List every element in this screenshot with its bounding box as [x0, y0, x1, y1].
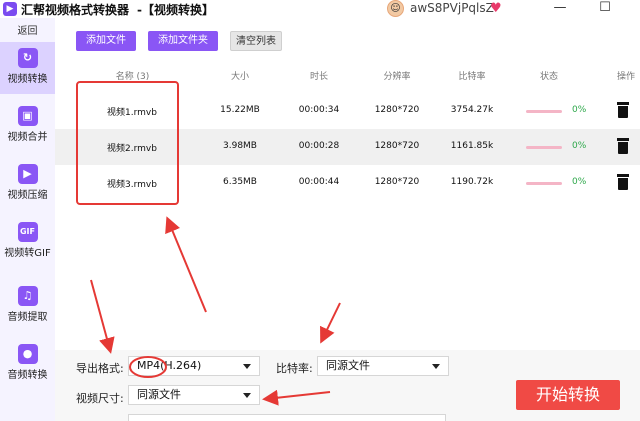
size-value: 同源文件: [137, 388, 181, 401]
gif-icon: GIF: [17, 222, 38, 242]
sidebar-item-label: 视频合并: [7, 132, 48, 143]
format-select[interactable]: MP4(H.264): [128, 356, 260, 376]
maximize-icon[interactable]: ☐: [596, 0, 614, 16]
sidebar-item-audio-extract[interactable]: ♫ 音频提取: [0, 280, 55, 332]
mic-icon: ●: [17, 344, 38, 364]
app-window: ▶ 汇帮视频格式转换器 -【视频转换】 ☺ awS8PVjPqlsZ ♥ — ☐…: [0, 0, 640, 421]
file-bitrate: 1190.72k: [450, 177, 494, 187]
sidebar-item-video-convert[interactable]: ↻ 视频转换: [0, 42, 55, 94]
chevron-down-icon: [432, 364, 440, 369]
file-duration: 00:00:28: [298, 141, 340, 151]
music-icon: ♫: [17, 286, 38, 306]
column-bitrate[interactable]: 比特率: [447, 69, 497, 82]
progress-bar: [526, 110, 562, 113]
clear-list-button[interactable]: 清空列表: [230, 31, 282, 51]
user-name[interactable]: awS8PVjPqlsZ: [410, 1, 494, 15]
format-value: MP4(H.264): [137, 359, 202, 372]
file-resolution: 1280*720: [374, 105, 420, 115]
size-label: 视频尺寸:: [76, 392, 124, 405]
app-logo-icon: ▶: [3, 2, 17, 16]
sidebar: 返回 ↻ 视频转换 ▣ 视频合并 ▶ 视频压缩 GIF 视频转GIF ♫ 音频提…: [0, 18, 55, 421]
file-duration: 00:00:44: [298, 177, 340, 187]
app-title: 汇帮视频格式转换器: [21, 2, 130, 17]
progress-percent: 0%: [572, 105, 587, 115]
sidebar-item-label: 视频转GIF: [4, 248, 51, 259]
table-header: 名称 (3) 大小 时长 分辨率 比特率 状态 操作: [55, 64, 640, 86]
file-resolution: 1280*720: [374, 177, 420, 187]
trash-icon[interactable]: [616, 173, 630, 191]
sidebar-item-audio-convert[interactable]: ● 音频转换: [0, 338, 55, 390]
annotation-arrow: [165, 216, 207, 313]
video-convert-icon: ↻: [17, 48, 38, 68]
sidebar-item-label: 音频转换: [7, 370, 48, 381]
video-merge-icon: ▣: [17, 106, 38, 126]
bitrate-select[interactable]: 同源文件: [317, 356, 449, 376]
bitrate-label: 比特率:: [276, 362, 313, 375]
file-size: 6.35MB: [223, 177, 257, 187]
progress-percent: 0%: [572, 141, 587, 151]
trash-icon[interactable]: [616, 101, 630, 119]
sidebar-item-video-compress[interactable]: ▶ 视频压缩: [0, 158, 55, 210]
file-name: 视频3.rmvb: [107, 180, 157, 190]
start-convert-button[interactable]: 开始转换: [516, 380, 620, 410]
section-title: -【视频转换】: [137, 2, 214, 17]
file-name: 视频2.rmvb: [107, 144, 157, 154]
progress-bar: [526, 146, 562, 149]
progress-bar: [526, 182, 562, 185]
sidebar-item-label: 音频提取: [7, 312, 48, 323]
annotation-arrow: [90, 279, 115, 354]
annotation-arrow: [320, 302, 341, 344]
file-duration: 00:00:34: [298, 105, 340, 115]
chevron-down-icon: [243, 364, 251, 369]
sidebar-item-label: 视频转换: [7, 74, 48, 85]
column-duration[interactable]: 时长: [299, 69, 339, 82]
file-resolution: 1280*720: [374, 141, 420, 151]
back-button[interactable]: 返回: [0, 22, 55, 37]
file-size: 15.22MB: [220, 105, 260, 115]
table-row[interactable]: 视频3.rmvb 6.35MB 00:00:44 1280*720 1190.7…: [55, 165, 640, 201]
add-file-button[interactable]: 添加文件: [76, 31, 136, 51]
format-label: 导出格式:: [76, 362, 124, 375]
table-row[interactable]: 视频2.rmvb 3.98MB 00:00:28 1280*720 1161.8…: [55, 129, 640, 165]
trash-icon[interactable]: [616, 137, 630, 155]
minimize-icon[interactable]: —: [551, 0, 569, 16]
progress-percent: 0%: [572, 177, 587, 187]
next-select[interactable]: [128, 414, 446, 421]
file-size: 3.98MB: [223, 141, 257, 151]
column-name[interactable]: 名称 (3): [95, 69, 170, 82]
file-bitrate: 1161.85k: [450, 141, 494, 151]
sidebar-item-label: 视频压缩: [7, 190, 48, 201]
title-bar: ▶ 汇帮视频格式转换器 -【视频转换】 ☺ awS8PVjPqlsZ ♥ — ☐: [0, 0, 640, 18]
video-compress-icon: ▶: [17, 164, 38, 184]
file-name: 视频1.rmvb: [107, 108, 157, 118]
column-size[interactable]: 大小: [220, 69, 260, 82]
column-action: 操作: [616, 72, 635, 82]
avatar[interactable]: ☺: [387, 0, 404, 17]
sidebar-item-video-to-gif[interactable]: GIF 视频转GIF: [0, 216, 55, 268]
size-select[interactable]: 同源文件: [128, 385, 260, 405]
column-resolution[interactable]: 分辨率: [372, 69, 422, 82]
file-bitrate: 3754.27k: [450, 105, 494, 115]
sidebar-item-video-merge[interactable]: ▣ 视频合并: [0, 100, 55, 152]
add-folder-button[interactable]: 添加文件夹: [148, 31, 218, 51]
bitrate-value: 同源文件: [326, 359, 370, 372]
column-status: 状态: [539, 72, 558, 82]
table-row[interactable]: 视频1.rmvb 15.22MB 00:00:34 1280*720 3754.…: [55, 93, 640, 129]
vip-heart-icon[interactable]: ♥: [490, 1, 506, 16]
chevron-down-icon: [243, 393, 251, 398]
